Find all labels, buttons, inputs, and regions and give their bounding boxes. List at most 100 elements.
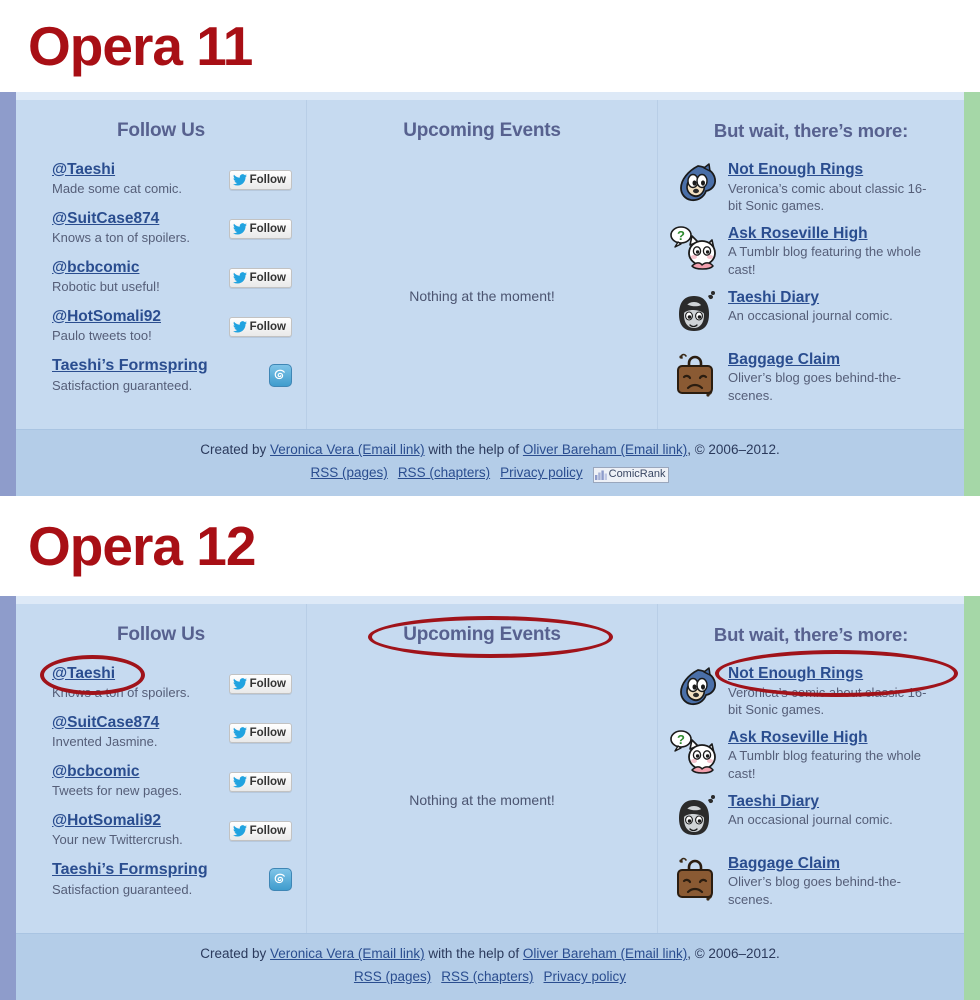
more-item-link[interactable]: Not Enough Rings — [728, 161, 933, 180]
follow-list-item: @Taeshi Knows a ton of spoilers. Follow — [52, 664, 292, 702]
more-item-link[interactable]: Taeshi Diary — [728, 793, 893, 812]
more-item-link[interactable]: Not Enough Rings — [728, 665, 933, 684]
more-list-item: Baggage Claim Oliver’s blog goes behind-t… — [668, 350, 952, 404]
follow-button-label: Follow — [249, 271, 286, 284]
twitter-follow-button[interactable]: Follow — [228, 316, 292, 337]
girl-head-icon — [668, 288, 720, 340]
twitter-follow-button[interactable]: Follow — [228, 820, 292, 841]
follow-item-text: @HotSomali92 Your new Twittercrush. — [52, 811, 183, 849]
more-item-desc: Veronica’s comic about classic 16-bit So… — [728, 180, 927, 213]
upcoming-events-body: Nothing at the moment! — [409, 287, 555, 304]
footer-middle-text: with the help of — [424, 946, 523, 962]
follow-item-text: @SuitCase874 Knows a ton of spoilers. — [52, 209, 190, 247]
footer-middle-text: with the help of — [424, 442, 523, 458]
footer-copyright: , © 2006–2012. — [687, 442, 780, 458]
follow-item-blurb: Tweets for new pages. — [52, 783, 183, 799]
page-edge-left — [0, 596, 16, 1000]
follow-list: @Taeshi Made some cat comic. Follow @SuitCa… — [16, 160, 306, 394]
more-item-link[interactable]: Baggage Claim — [728, 351, 933, 370]
more-item-link[interactable]: Ask Roseville High — [728, 225, 933, 244]
footer-author1-link[interactable]: Veronica Vera (Email link) — [270, 946, 425, 961]
more-list: Not Enough Rings Veronica’s comic about c… — [658, 160, 964, 404]
follow-item-blurb: Made some cat comic. — [52, 181, 183, 197]
site-footer: Created by Veronica Vera (Email link) wi… — [16, 429, 964, 496]
follow-item-blurb: Knows a ton of spoilers. — [52, 685, 191, 701]
follow-item-link[interactable]: Taeshi’s Formspring — [52, 860, 208, 880]
more-item-link[interactable]: Taeshi Diary — [728, 289, 893, 308]
bar-chart-icon — [594, 470, 607, 481]
more-item-text: Ask Roseville High A Tumblr blog featurin… — [728, 224, 933, 278]
cat-question-icon: ? — [670, 226, 716, 270]
follow-item-blurb: Robotic but useful! — [52, 279, 160, 295]
column-follow-us: Follow Us @Taeshi Knows a ton of spoilers… — [16, 604, 306, 933]
twitter-follow-button[interactable]: Follow — [228, 771, 292, 792]
follow-item-link[interactable]: @Taeshi — [52, 160, 182, 179]
footer-link[interactable]: Privacy policy — [544, 969, 627, 984]
comicrank-label: ComicRank — [608, 468, 666, 481]
follow-item-link[interactable]: @SuitCase874 — [52, 209, 190, 228]
footer-links-row: RSS (pages) RSS (chapters) Privacy policy C… — [16, 463, 964, 484]
follow-button-label: Follow — [249, 824, 286, 837]
screenshot-opera12: Follow Us @Taeshi Knows a ton of spoilers… — [0, 596, 980, 1000]
follow-item-text: @Taeshi Knows a ton of spoilers. — [52, 664, 190, 702]
follow-item-text: @bcbcomic Robotic but useful! — [52, 258, 160, 296]
follow-list-item: @HotSomali92 Paulo tweets too! Follow — [52, 307, 292, 345]
follow-list: @Taeshi Knows a ton of spoilers. Follow @Su… — [16, 664, 306, 898]
footer-link[interactable]: Privacy policy — [500, 465, 583, 480]
more-list-item: Not Enough Rings Veronica’s comic about c… — [668, 664, 952, 718]
more-list-item: Not Enough Rings Veronica’s comic about c… — [668, 160, 952, 214]
follow-item-blurb: Satisfaction guaranteed. — [52, 881, 193, 897]
footer-author2-link[interactable]: Oliver Bareham (Email link) — [523, 442, 687, 457]
twitter-follow-button[interactable]: Follow — [228, 169, 292, 190]
twitter-follow-button[interactable]: Follow — [228, 267, 292, 288]
girl-head-icon — [679, 290, 715, 331]
sonic-head-icon — [680, 667, 717, 705]
follow-item-link[interactable]: @HotSomali92 — [52, 307, 161, 326]
cat-question-icon: ? — [668, 224, 720, 276]
page-edge-right — [964, 92, 980, 496]
follow-list-item: @SuitCase874 Invented Jasmine. Follow — [52, 713, 292, 751]
follow-item-link[interactable]: @bcbcomic — [52, 762, 182, 781]
sonic-head-icon — [680, 163, 717, 201]
comicrank-badge[interactable]: ComicRank — [592, 466, 670, 483]
more-item-link[interactable]: Ask Roseville High — [728, 729, 933, 748]
follow-button-label: Follow — [249, 775, 286, 788]
follow-item-blurb: Your new Twittercrush. — [52, 832, 183, 848]
more-item-desc: Oliver’s blog goes behind-the-scenes. — [728, 370, 901, 403]
follow-item-text: @bcbcomic Tweets for new pages. — [52, 762, 182, 800]
browser-label-band-opera11: Opera 11 — [0, 0, 980, 92]
footer-link[interactable]: RSS (pages) — [354, 969, 431, 984]
formspring-button[interactable] — [269, 867, 292, 891]
more-list-item: ? Ask Roseville High A Tumblr blog featuri… — [668, 224, 952, 278]
follow-list-item: Taeshi’s Formspring Satisfaction guarante… — [52, 356, 292, 395]
follow-item-blurb: Knows a ton of spoilers. — [52, 230, 191, 246]
follow-list-item: @Taeshi Made some cat comic. Follow — [52, 160, 292, 198]
twitter-follow-button[interactable]: Follow — [228, 722, 292, 743]
browser-label: Opera 12 — [28, 514, 256, 577]
footer-link[interactable]: RSS (pages) — [311, 465, 388, 480]
column-upcoming-events: Upcoming Events Nothing at the moment! — [306, 603, 658, 934]
follow-item-text: @Taeshi Made some cat comic. — [52, 160, 182, 198]
twitter-follow-button[interactable]: Follow — [228, 218, 292, 239]
more-item-desc: Oliver’s blog goes behind-the-scenes. — [728, 874, 901, 907]
footer-author2-link[interactable]: Oliver Bareham (Email link) — [523, 946, 687, 961]
more-item-link[interactable]: Baggage Claim — [728, 855, 933, 874]
more-item-text: Taeshi Diary An occasional journal comic. — [728, 792, 893, 829]
more-item-text: Baggage Claim Oliver’s blog goes behind-t… — [728, 854, 933, 908]
twitter-follow-button[interactable]: Follow — [228, 673, 292, 694]
follow-item-link[interactable]: @HotSomali92 — [52, 811, 183, 830]
comparison-page: Opera 11 Follow Us @Taeshi Made some cat … — [0, 0, 980, 1000]
more-list-item: Baggage Claim Oliver’s blog goes behind-t… — [668, 854, 952, 908]
twitter-bird-icon — [232, 223, 247, 235]
follow-item-link[interactable]: @SuitCase874 — [52, 713, 159, 732]
footer-link[interactable]: RSS (chapters) — [398, 465, 490, 480]
column-follow-us: Follow Us @Taeshi Made some cat comic. Fol… — [16, 100, 306, 429]
follow-item-link[interactable]: @bcbcomic — [52, 258, 160, 277]
formspring-button[interactable] — [269, 363, 292, 387]
footer-link[interactable]: RSS (chapters) — [441, 969, 533, 984]
follow-item-link[interactable]: @Taeshi — [52, 664, 190, 683]
svg-text:?: ? — [677, 732, 685, 747]
upcoming-events-heading: Upcoming Events — [403, 119, 561, 141]
footer-author1-link[interactable]: Veronica Vera (Email link) — [270, 442, 425, 457]
follow-item-link[interactable]: Taeshi’s Formspring — [52, 356, 208, 376]
